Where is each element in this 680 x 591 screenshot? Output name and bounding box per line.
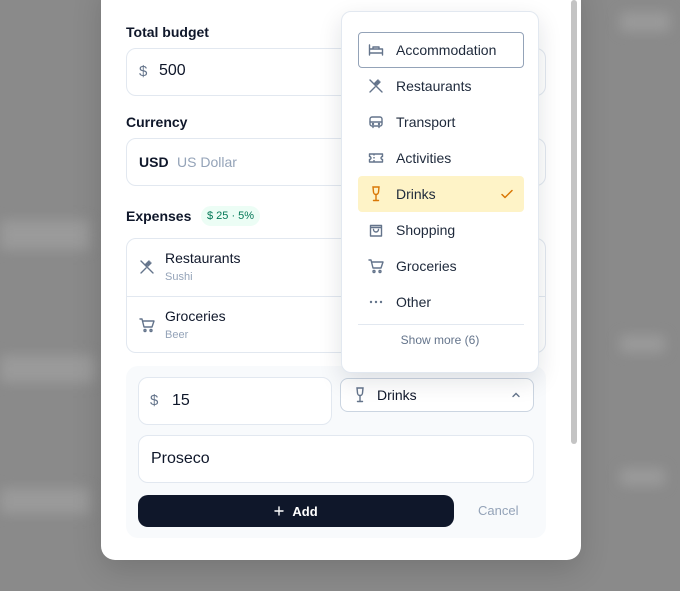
expense-subtitle: Beer bbox=[165, 329, 189, 341]
chevron-up-icon bbox=[511, 390, 521, 400]
currency-label: Currency bbox=[126, 114, 188, 130]
wine-icon bbox=[353, 387, 367, 403]
add-expense-form: $ 15 Drinks Proseco Add Cancel bbox=[126, 366, 546, 538]
category-select[interactable]: Drinks bbox=[340, 378, 534, 412]
dropdown-item-accommodation[interactable]: Accommodation bbox=[358, 32, 524, 68]
dropdown-item-drinks[interactable]: Drinks bbox=[358, 176, 524, 212]
expense-title: Restaurants bbox=[165, 250, 241, 266]
dropdown-item-activities[interactable]: Activities bbox=[358, 140, 524, 176]
dots-icon bbox=[368, 294, 384, 310]
utensils-icon bbox=[139, 259, 155, 275]
dropdown-item-label: Drinks bbox=[396, 186, 436, 202]
budget-currency-symbol: $ bbox=[139, 63, 148, 80]
expenses-label: Expenses bbox=[126, 208, 192, 224]
category-dropdown: Accommodation Restaurants Transport Acti… bbox=[341, 11, 539, 373]
budget-value: 500 bbox=[159, 62, 186, 79]
expenses-total-badge: $ 25 · 5% bbox=[201, 206, 261, 226]
amount-input[interactable]: $ 15 bbox=[138, 377, 332, 425]
note-input[interactable]: Proseco bbox=[138, 435, 534, 483]
cart-icon bbox=[368, 258, 384, 274]
dropdown-item-label: Restaurants bbox=[396, 78, 472, 94]
dropdown-item-label: Groceries bbox=[396, 258, 457, 274]
show-more-button[interactable]: Show more (6) bbox=[342, 333, 538, 347]
expense-subtitle: Sushi bbox=[165, 271, 193, 283]
dropdown-item-label: Accommodation bbox=[396, 42, 497, 58]
dropdown-item-transport[interactable]: Transport bbox=[358, 104, 524, 140]
dropdown-item-shopping[interactable]: Shopping bbox=[358, 212, 524, 248]
dropdown-item-label: Activities bbox=[396, 150, 452, 166]
plus-icon bbox=[274, 506, 285, 516]
dropdown-item-label: Transport bbox=[396, 114, 456, 130]
currency-name: US Dollar bbox=[177, 154, 237, 170]
check-icon bbox=[500, 187, 514, 201]
cancel-button[interactable]: Cancel bbox=[478, 503, 518, 518]
amount-value: 15 bbox=[172, 392, 190, 409]
cart-icon bbox=[139, 317, 155, 333]
dropdown-divider bbox=[358, 324, 524, 325]
utensils-icon bbox=[368, 78, 384, 94]
budget-label: Total budget bbox=[126, 24, 209, 40]
amount-currency-symbol: $ bbox=[150, 392, 159, 409]
bag-icon bbox=[368, 222, 384, 238]
wine-icon bbox=[368, 186, 384, 202]
dropdown-item-restaurants[interactable]: Restaurants bbox=[358, 68, 524, 104]
bus-icon bbox=[368, 114, 384, 130]
category-select-value: Drinks bbox=[377, 387, 417, 403]
dropdown-item-label: Other bbox=[396, 294, 432, 310]
dropdown-item-groceries[interactable]: Groceries bbox=[358, 248, 524, 284]
add-button[interactable]: Add bbox=[138, 495, 454, 527]
ticket-icon bbox=[368, 150, 384, 166]
modal-scrollbar[interactable] bbox=[571, 0, 577, 444]
currency-code: USD bbox=[139, 154, 169, 170]
note-value: Proseco bbox=[151, 450, 210, 467]
add-button-label: Add bbox=[292, 503, 318, 519]
dropdown-item-other[interactable]: Other bbox=[358, 284, 524, 320]
expense-title: Groceries bbox=[165, 308, 226, 324]
bed-icon bbox=[368, 42, 384, 58]
dropdown-item-label: Shopping bbox=[396, 222, 456, 238]
